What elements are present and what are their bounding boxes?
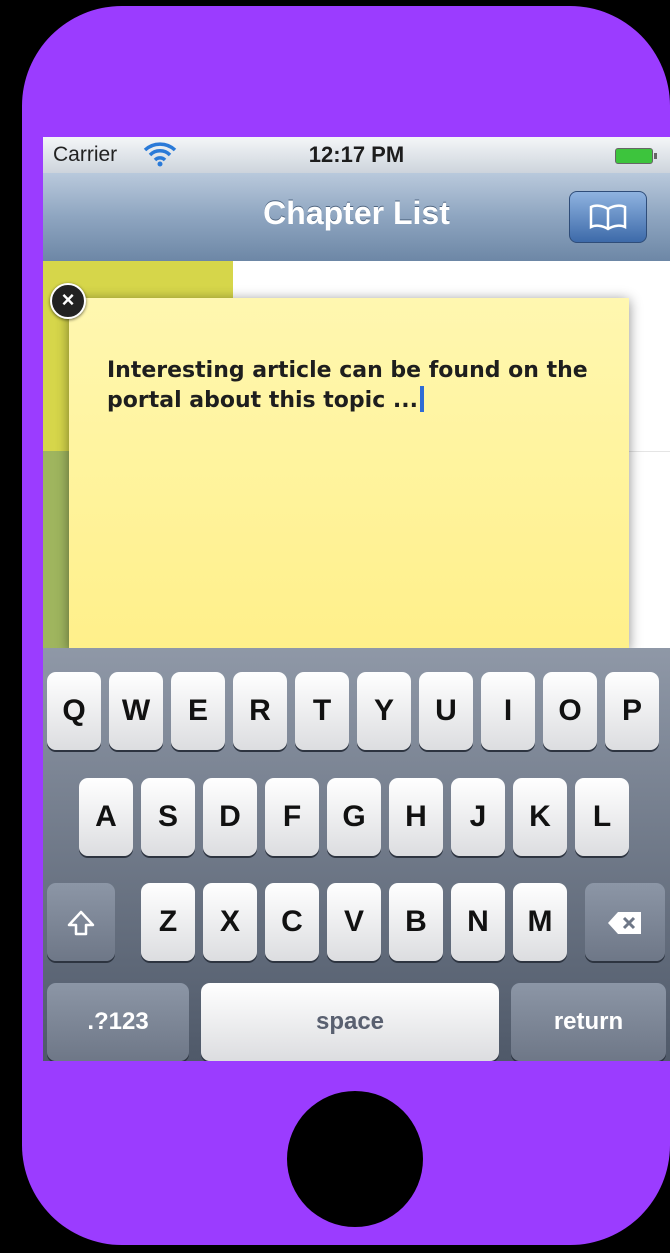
- book-button[interactable]: [569, 191, 647, 243]
- key-o[interactable]: O: [543, 672, 597, 750]
- delete-key[interactable]: [585, 883, 665, 961]
- delete-icon: [608, 911, 641, 934]
- key-f[interactable]: F: [265, 778, 319, 856]
- close-icon[interactable]: ×: [50, 283, 86, 319]
- key-g[interactable]: G: [327, 778, 381, 856]
- key-e[interactable]: E: [171, 672, 225, 750]
- key-t[interactable]: T: [295, 672, 349, 750]
- battery-icon: [615, 148, 657, 164]
- key-p[interactable]: P: [605, 672, 659, 750]
- key-s[interactable]: S: [141, 778, 195, 856]
- home-button[interactable]: [287, 1091, 423, 1227]
- shift-icon: [67, 910, 95, 935]
- text-cursor: [420, 386, 424, 412]
- numbers-key[interactable]: .?123: [47, 983, 189, 1061]
- return-key[interactable]: return: [511, 983, 666, 1061]
- key-a[interactable]: A: [79, 778, 133, 856]
- key-q[interactable]: Q: [47, 672, 101, 750]
- shift-key[interactable]: [47, 883, 115, 961]
- space-key[interactable]: space: [201, 983, 499, 1061]
- key-b[interactable]: B: [389, 883, 443, 961]
- key-w[interactable]: W: [109, 672, 163, 750]
- key-c[interactable]: C: [265, 883, 319, 961]
- book-icon: [589, 204, 627, 231]
- key-v[interactable]: V: [327, 883, 381, 961]
- key-z[interactable]: Z: [141, 883, 195, 961]
- key-u[interactable]: U: [419, 672, 473, 750]
- key-l[interactable]: L: [575, 778, 629, 856]
- key-n[interactable]: N: [451, 883, 505, 961]
- key-h[interactable]: H: [389, 778, 443, 856]
- key-y[interactable]: Y: [357, 672, 411, 750]
- status-bar: Carrier 12:17 PM: [43, 137, 670, 173]
- keyboard: Q W E R T Y U I O P A S D F G H J K L Z …: [43, 648, 670, 1061]
- note-text-area[interactable]: Interesting article can be found on the …: [107, 356, 597, 416]
- navigation-bar: Chapter List: [43, 173, 670, 262]
- key-j[interactable]: J: [451, 778, 505, 856]
- status-time: 12:17 PM: [308, 142, 405, 167]
- key-k[interactable]: K: [513, 778, 567, 856]
- key-d[interactable]: D: [203, 778, 257, 856]
- note-text: Interesting article can be found on the …: [107, 358, 588, 413]
- key-x[interactable]: X: [203, 883, 257, 961]
- key-m[interactable]: M: [513, 883, 567, 961]
- sticky-note[interactable]: Interesting article can be found on the …: [69, 298, 629, 650]
- key-i[interactable]: I: [481, 672, 535, 750]
- key-r[interactable]: R: [233, 672, 287, 750]
- device-screen: Carrier 12:17 PM Chapter List Interestin…: [43, 137, 670, 1061]
